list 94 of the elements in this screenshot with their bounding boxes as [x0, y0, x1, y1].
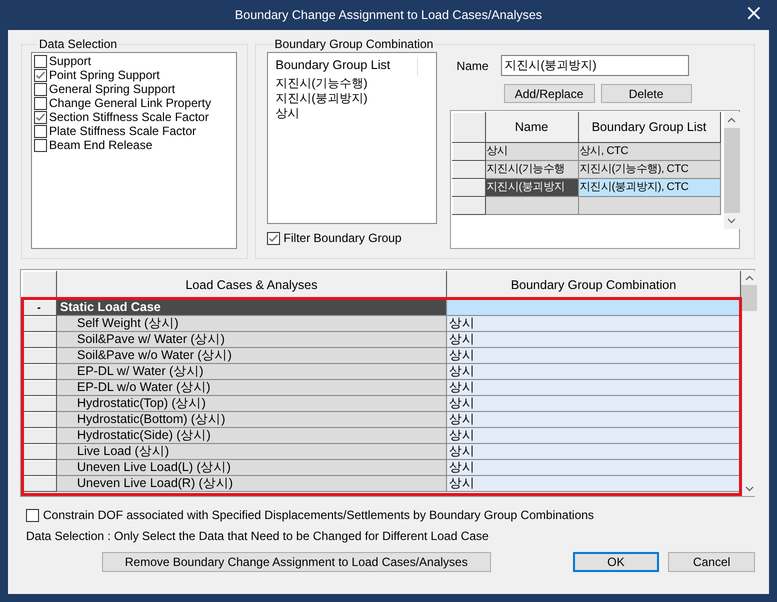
- checkbox[interactable]: [266, 232, 280, 244]
- checkbox[interactable]: [34, 110, 47, 124]
- scrollbar-thumb[interactable]: [741, 285, 757, 311]
- action-button[interactable]: Delete: [600, 84, 692, 103]
- row-header[interactable]: [452, 179, 486, 197]
- table-cell[interactable]: 상시, CTC: [578, 143, 721, 161]
- checkbox[interactable]: [26, 508, 39, 522]
- table-cell[interactable]: 지진시(붕괴방지: [486, 179, 579, 197]
- expand-toggle[interactable]: -: [22, 300, 57, 316]
- row-header[interactable]: [452, 197, 486, 215]
- table-cell[interactable]: EP-DL w/ Water (상시): [57, 364, 447, 380]
- row-header[interactable]: [22, 444, 57, 460]
- row-header[interactable]: [22, 332, 57, 348]
- list-item[interactable]: 지진시(붕괴방지): [268, 91, 436, 106]
- group-title: Data Selection: [38, 37, 118, 51]
- checkbox-label[interactable]: Constrain DOF associated with Specified Displacements/Settlements by Boundary Group Combinations: [43, 508, 594, 522]
- checkbox-label[interactable]: Change General Link Property: [49, 96, 212, 110]
- name-field[interactable]: 지진시(붕괴방지): [500, 55, 689, 76]
- row-header[interactable]: [22, 364, 57, 380]
- list-item[interactable]: 지진시(기능수행): [268, 76, 436, 91]
- column-header[interactable]: Name: [486, 112, 579, 143]
- table-cell[interactable]: 지진시(기능수행), CTC: [578, 161, 721, 179]
- close-button[interactable]: ×: [740, 4, 767, 24]
- row-header[interactable]: [22, 271, 57, 300]
- action-button[interactable]: Add/Replace: [504, 84, 595, 103]
- row-header[interactable]: [22, 412, 57, 428]
- checkbox-label[interactable]: Section Stiffness Scale Factor: [49, 110, 209, 124]
- table-cell[interactable]: [578, 197, 721, 215]
- scroll-up-icon[interactable]: [744, 275, 754, 281]
- dialog-button[interactable]: Cancel: [668, 552, 755, 572]
- checkbox[interactable]: [34, 124, 47, 138]
- column-header[interactable]: Boundary Group Combination: [447, 271, 741, 300]
- dialog-button[interactable]: Remove Boundary Change Assignment to Load Cases/Analyses: [102, 552, 491, 572]
- window-title: Boundary Change Assignment to Load Cases/Analyses: [234, 8, 542, 22]
- row-header[interactable]: [22, 476, 57, 492]
- table-cell[interactable]: 상시: [447, 476, 741, 492]
- table-cell[interactable]: 상시: [447, 444, 741, 460]
- checkbox[interactable]: [34, 54, 47, 68]
- table-cell[interactable]: 지진시(붕괴방지), CTC: [578, 179, 721, 197]
- table-cell[interactable]: Self Weight (상시): [57, 316, 447, 332]
- list-item[interactable]: 상시: [268, 106, 436, 121]
- table-cell[interactable]: 상시: [447, 348, 741, 364]
- table-cell[interactable]: Soil&Pave w/o Water (상시): [57, 348, 447, 364]
- scrollbar-thumb[interactable]: [724, 128, 740, 213]
- table-cell[interactable]: Uneven Live Load(R) (상시): [57, 476, 447, 492]
- table-cell[interactable]: 상시: [447, 380, 741, 396]
- table-cell[interactable]: [486, 197, 579, 215]
- row-header[interactable]: [22, 380, 57, 396]
- table-cell[interactable]: 상시: [447, 364, 741, 380]
- table-cell[interactable]: 지진시(기능수행: [486, 161, 579, 179]
- table-cell[interactable]: 상시: [447, 396, 741, 412]
- table-cell[interactable]: [447, 300, 741, 316]
- checkbox-label[interactable]: Plate Stiffness Scale Factor: [49, 124, 196, 138]
- row-header[interactable]: [452, 112, 486, 143]
- column-header[interactable]: Load Cases & Analyses: [57, 271, 447, 300]
- row-header[interactable]: [22, 348, 57, 364]
- table-cell[interactable]: EP-DL w/o Water (상시): [57, 380, 447, 396]
- checkbox[interactable]: [34, 138, 47, 152]
- table-cell[interactable]: Hydrostatic(Side) (상시): [57, 428, 447, 444]
- column-header[interactable]: Boundary Group List: [578, 112, 721, 143]
- table-cell[interactable]: 상시: [447, 460, 741, 476]
- note-text: Data Selection : Only Select the Data that Need to be Changed for Different Load Case: [25, 529, 490, 543]
- checkbox[interactable]: [34, 68, 47, 82]
- table-cell[interactable]: 상시: [447, 332, 741, 348]
- row-header[interactable]: [452, 161, 486, 179]
- scroll-down-icon[interactable]: [744, 486, 754, 492]
- list-header: Boundary Group List: [268, 57, 418, 76]
- checkbox-label[interactable]: Beam End Release: [49, 138, 152, 152]
- table-cell[interactable]: Soil&Pave w/ Water (상시): [57, 332, 447, 348]
- table-cell[interactable]: Uneven Live Load(L) (상시): [57, 460, 447, 476]
- group-title: Boundary Group Combination: [274, 37, 434, 51]
- checkbox-label[interactable]: General Spring Support: [49, 82, 176, 96]
- field-label: Name: [456, 58, 489, 72]
- table-cell[interactable]: 상시: [447, 428, 741, 444]
- table-cell[interactable]: Hydrostatic(Bottom) (상시): [57, 412, 447, 428]
- scroll-down-icon[interactable]: [727, 218, 736, 224]
- row-header[interactable]: [22, 428, 57, 444]
- table-cell[interactable]: 상시: [486, 143, 579, 161]
- group-row-label[interactable]: Static Load Case: [57, 300, 447, 316]
- checkbox[interactable]: [34, 96, 47, 110]
- table-cell[interactable]: Hydrostatic(Top) (상시): [57, 396, 447, 412]
- table-cell[interactable]: 상시: [447, 412, 741, 428]
- table-cell[interactable]: 상시: [447, 316, 741, 332]
- checkbox-label[interactable]: Filter Boundary Group: [284, 231, 402, 245]
- checkbox[interactable]: [34, 82, 47, 96]
- dialog-button[interactable]: OK: [572, 552, 660, 572]
- row-header[interactable]: [452, 143, 486, 161]
- checkbox-label[interactable]: Point Spring Support: [49, 68, 160, 82]
- row-header[interactable]: [22, 396, 57, 412]
- row-header[interactable]: [22, 316, 57, 332]
- checkbox-label[interactable]: Support: [49, 54, 92, 68]
- scroll-up-icon[interactable]: [727, 117, 736, 123]
- table-cell[interactable]: Live Load (상시): [57, 444, 447, 460]
- row-header[interactable]: [22, 460, 57, 476]
